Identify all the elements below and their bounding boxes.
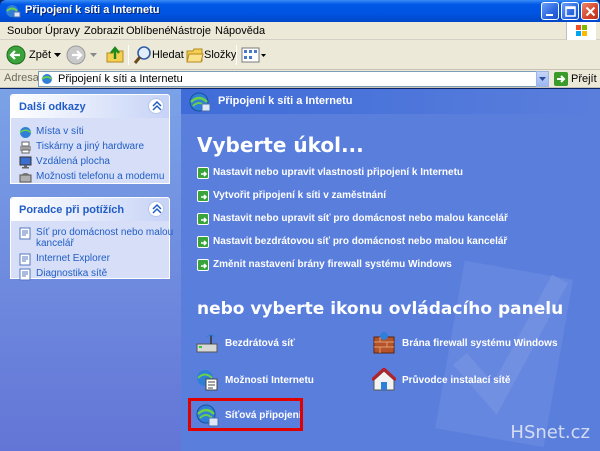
minimize-button[interactable] xyxy=(541,2,559,20)
address-bar: Adresa Připojení k síti a Internetu Přej… xyxy=(0,70,600,88)
menu-oblibene[interactable]: Oblíbené xyxy=(126,25,171,37)
arrow-right-icon xyxy=(197,236,209,248)
network-connections-icon xyxy=(5,3,21,19)
panel-other-places: Další odkazy Místa v síti Tiskárny a jin… xyxy=(10,94,170,184)
background-watermark-check-icon xyxy=(435,260,574,448)
forward-button[interactable] xyxy=(66,44,100,66)
cp-icon-label: Brána firewall systému Windows xyxy=(402,338,558,349)
task-label: Nastavit nebo upravit síť pro domácnost … xyxy=(213,213,508,224)
task-label: Změnit nastavení brány firewall systému … xyxy=(213,259,452,270)
search-icon xyxy=(133,46,151,64)
panel-header[interactable]: Poradce při potížích xyxy=(11,198,169,221)
folders-icon xyxy=(186,48,204,63)
content-area: Další odkazy Místa v síti Tiskárny a jin… xyxy=(0,89,600,451)
back-button[interactable]: Zpět xyxy=(4,44,62,66)
arrow-right-icon xyxy=(197,190,209,202)
panel-header[interactable]: Další odkazy xyxy=(11,95,169,118)
cp-icon-label: Možnosti Internetu xyxy=(225,375,314,386)
toolbar: Zpět Hledat Složky xyxy=(0,40,600,70)
chevron-down-icon[interactable] xyxy=(90,53,97,58)
link-label: Vzdálená plocha xyxy=(36,156,110,167)
help-icon xyxy=(19,268,31,281)
task-pane: Další odkazy Místa v síti Tiskárny a jin… xyxy=(0,89,181,451)
link-label: Místa v síti xyxy=(36,126,84,137)
category-title: Připojení k síti a Internetu xyxy=(218,95,353,107)
watermark-text: HSnet.cz xyxy=(510,422,590,443)
help-icon xyxy=(19,253,31,266)
chevron-down-icon[interactable] xyxy=(54,53,61,58)
wireless-network-icon xyxy=(196,334,218,353)
address-input[interactable]: Připojení k síti a Internetu xyxy=(38,71,549,87)
task-label: Nastavit bezdrátovou síť pro domácnost n… xyxy=(213,236,508,247)
go-arrow-icon xyxy=(554,72,568,86)
views-icon xyxy=(241,47,266,63)
toolbar-separator xyxy=(128,45,129,65)
help-icon xyxy=(19,227,31,240)
link-label: Možnosti telefonu a modemu xyxy=(36,171,165,182)
internet-options-icon xyxy=(197,370,218,391)
arrow-right-icon xyxy=(197,167,209,179)
task-label: Vytvořit připojení k síti v zaměstnání xyxy=(213,190,387,201)
maximize-button[interactable] xyxy=(561,2,579,20)
go-label: Přejít xyxy=(571,73,597,85)
highlight-box xyxy=(188,398,303,431)
forward-arrow-icon xyxy=(66,45,86,65)
menu-napoveda[interactable]: Nápověda xyxy=(215,25,265,37)
link-label: Tiskárny a jiný hardware xyxy=(36,141,145,152)
chevron-down-icon xyxy=(539,77,546,81)
arrow-right-icon xyxy=(197,213,209,225)
back-arrow-icon xyxy=(6,45,26,65)
collapse-chevron-icon[interactable] xyxy=(148,98,164,114)
link-label: Diagnostika sítě xyxy=(36,268,108,279)
cp-icon-label: Průvodce instalací sítě xyxy=(402,375,511,386)
menu-zobrazit[interactable]: Zobrazit xyxy=(84,25,124,37)
up-folder-icon xyxy=(106,46,124,63)
collapse-chevron-icon[interactable] xyxy=(148,201,164,217)
window-title: Připojení k síti a Internetu xyxy=(25,4,160,16)
network-places-icon xyxy=(19,127,32,138)
panel-title: Poradce při potížích xyxy=(19,204,125,216)
main-pane: Připojení k síti a Internetu Vyberte úko… xyxy=(181,89,600,451)
views-button[interactable] xyxy=(240,44,268,66)
firewall-icon xyxy=(373,332,395,354)
printer-icon xyxy=(20,141,31,154)
menu-nastroje[interactable]: Nástroje xyxy=(170,25,211,37)
menu-soubor[interactable]: Soubor xyxy=(7,25,42,37)
search-button[interactable]: Hledat xyxy=(132,44,184,66)
task-label: Nastavit nebo upravit vlastnosti připoje… xyxy=(213,167,464,178)
toolbar-separator xyxy=(236,45,237,65)
arrow-right-icon xyxy=(197,259,209,271)
address-dropdown-button[interactable] xyxy=(536,71,549,87)
network-connections-icon xyxy=(41,74,53,84)
folders-button[interactable]: Složky xyxy=(184,44,236,66)
link-label: Síť pro domácnost nebo malou xyxy=(36,227,174,238)
go-button[interactable]: Přejít xyxy=(553,71,599,87)
category-header: Připojení k síti a Internetu xyxy=(181,89,600,114)
search-label: Hledat xyxy=(152,49,184,61)
explorer-window: Připojení k síti a Internetu Soubor Úpra… xyxy=(0,0,600,451)
menu-bar: Soubor Úpravy Zobrazit Oblíbené Nástroje… xyxy=(0,22,600,40)
close-button[interactable] xyxy=(581,2,599,20)
network-setup-wizard-icon xyxy=(372,368,396,391)
up-folder-button[interactable] xyxy=(104,44,126,66)
windows-logo-icon xyxy=(566,22,596,40)
network-connections-icon xyxy=(189,92,211,112)
panel-title: Další odkazy xyxy=(19,101,86,113)
title-bar[interactable]: Připojení k síti a Internetu xyxy=(0,0,600,22)
back-label: Zpět xyxy=(29,49,52,61)
link-label: Internet Explorer xyxy=(36,253,110,264)
cp-icon-label: Bezdrátová síť xyxy=(225,338,295,349)
icon-heading: nebo vyberte ikonu ovládacího panelu xyxy=(197,299,564,319)
menu-upravy[interactable]: Úpravy xyxy=(45,25,80,37)
panel-troubleshooters: Poradce při potížích Síť pro domácnost n… xyxy=(10,197,174,281)
remote-desktop-icon xyxy=(19,156,32,169)
task-heading: Vyberte úkol... xyxy=(197,133,364,157)
address-value: Připojení k síti a Internetu xyxy=(58,73,183,85)
folders-label: Složky xyxy=(204,49,237,61)
address-label: Adresa xyxy=(4,72,39,84)
link-label-continued: kancelář xyxy=(36,238,74,249)
phone-modem-icon xyxy=(19,173,32,183)
